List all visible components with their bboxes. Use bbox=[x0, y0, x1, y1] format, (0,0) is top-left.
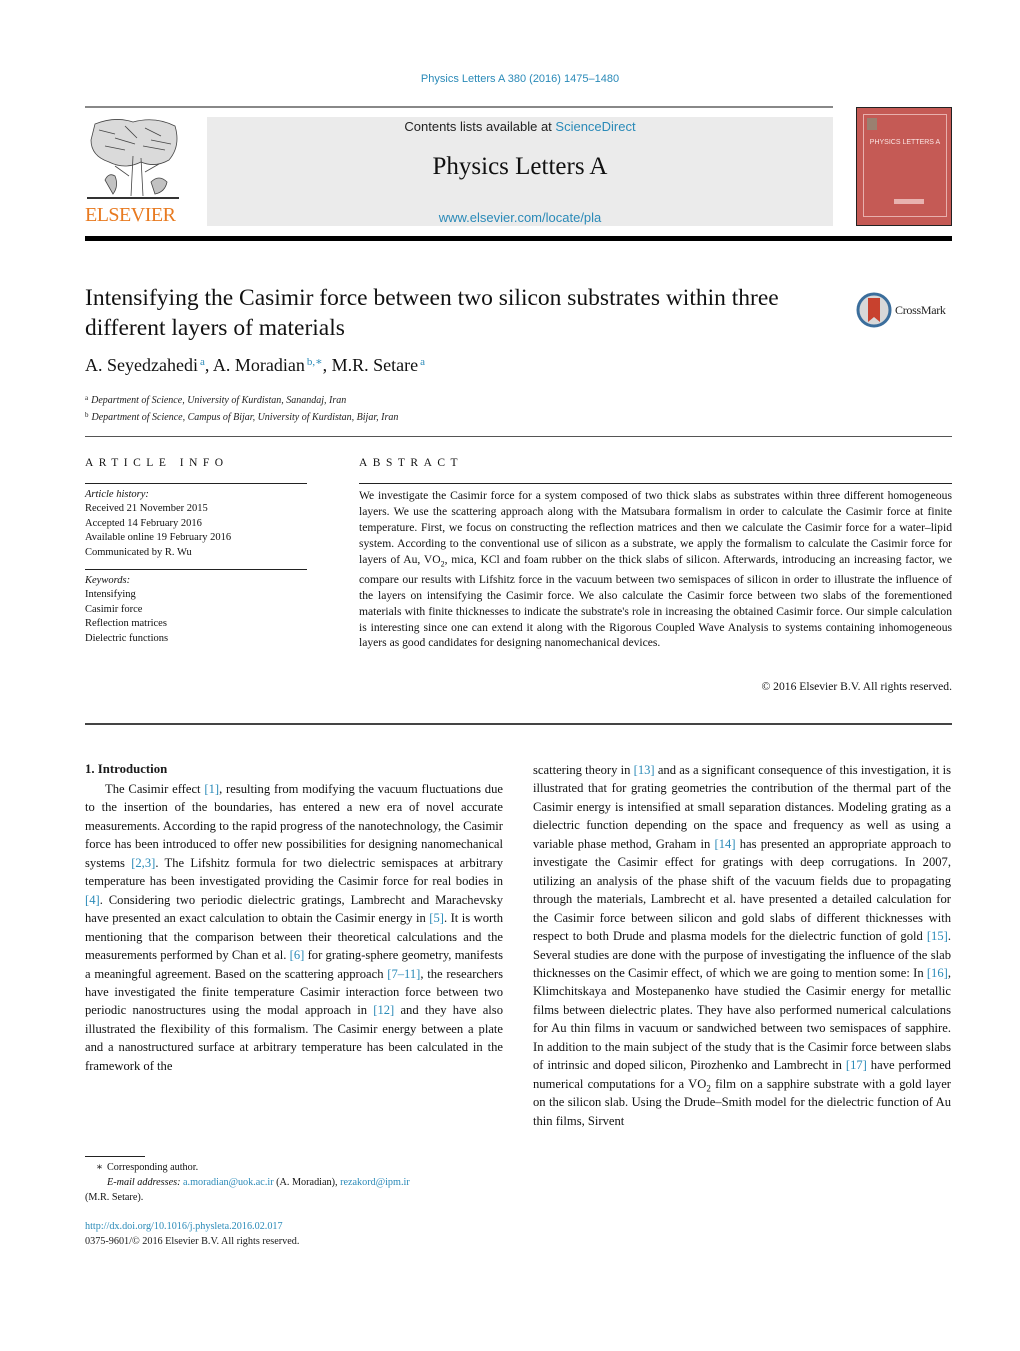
citation-link[interactable]: [6] bbox=[290, 948, 305, 962]
journal-cover[interactable]: PHYSICS LETTERS A bbox=[856, 107, 952, 226]
body-column-left: The Casimir effect [1], resulting from m… bbox=[85, 780, 503, 1075]
keywords: Keywords: Intensifying Casimir force Ref… bbox=[85, 570, 307, 646]
cover-frame: PHYSICS LETTERS A bbox=[863, 114, 947, 217]
abstract-text: We investigate the Casimir force for a s… bbox=[359, 488, 952, 651]
author-name: A. Seyedzahedi bbox=[85, 355, 198, 375]
history-item: Available online 19 February 2016 bbox=[85, 532, 232, 544]
title-divider bbox=[85, 436, 952, 437]
keyword-item: Reflection matrices bbox=[85, 618, 167, 630]
affiliation-mark: b bbox=[85, 411, 89, 419]
corresponding-label: Corresponding author. bbox=[107, 1162, 199, 1173]
journal-reference[interactable]: Physics Letters A 380 (2016) 1475–1480 bbox=[0, 73, 1020, 85]
footnote-star: ∗ bbox=[96, 1162, 103, 1173]
contents-line: Contents lists available at ScienceDirec… bbox=[207, 119, 833, 134]
keyword-item: Casimir force bbox=[85, 603, 143, 615]
journal-name: Physics Letters A bbox=[432, 153, 608, 180]
author-name: M.R. Setare bbox=[331, 355, 419, 375]
email-link[interactable]: rezakord@ipm.ir bbox=[340, 1177, 410, 1188]
citation-link[interactable]: [1] bbox=[204, 782, 219, 796]
elsevier-wordmark: ELSEVIER bbox=[85, 204, 176, 226]
citation-link[interactable]: [5] bbox=[429, 911, 444, 925]
email-owner: (M.R. Setare). bbox=[85, 1192, 144, 1203]
affiliation-item: a Department of Science, University of Ku… bbox=[85, 391, 398, 408]
abstract-text-part: , mica, KCl and foam rubber on the thick… bbox=[359, 552, 953, 650]
crossmark-button[interactable]: CrossMark bbox=[856, 292, 946, 328]
citation-link[interactable]: [2,3] bbox=[131, 856, 155, 870]
crossmark-label: CrossMark bbox=[895, 302, 946, 317]
sciencedirect-link[interactable]: ScienceDirect bbox=[555, 119, 635, 134]
article-title: Intensifying the Casimir force between t… bbox=[85, 285, 779, 341]
citation-link[interactable]: [7–11] bbox=[387, 967, 420, 981]
citation-link[interactable]: [17] bbox=[846, 1058, 867, 1072]
history-item: Received 21 November 2015 bbox=[85, 503, 208, 515]
citation-link[interactable]: [4] bbox=[85, 893, 100, 907]
abstract-heading: ABSTRACT bbox=[359, 457, 464, 469]
crossmark-icon bbox=[856, 292, 892, 328]
affiliation-mark: a bbox=[85, 394, 89, 402]
footnote-divider bbox=[85, 1156, 145, 1157]
history-item: Accepted 14 February 2016 bbox=[85, 517, 202, 529]
article-info-heading: ARTICLE INFO bbox=[85, 457, 229, 469]
body-paragraph: scattering theory in [13] and as a signi… bbox=[533, 761, 951, 1130]
affiliation-item: b Department of Science, Campus of Bijar,… bbox=[85, 408, 398, 425]
article-info: Article history: Received 21 November 20… bbox=[85, 483, 307, 646]
body-paragraph: The Casimir effect [1], resulting from m… bbox=[85, 780, 503, 1075]
keywords-label: Keywords: bbox=[85, 575, 131, 587]
body-text: scattering theory in bbox=[533, 763, 634, 777]
journal-url-link[interactable]: www.elsevier.com/locate/pla bbox=[207, 210, 833, 225]
keyword-item: Dielectric functions bbox=[85, 632, 169, 644]
author-affiliation-mark[interactable]: a bbox=[200, 356, 205, 368]
abstract-copyright: © 2016 Elsevier B.V. All rights reserved… bbox=[761, 680, 952, 693]
citation-link[interactable]: [13] bbox=[634, 763, 655, 777]
email-link[interactable]: a.moradian@uok.ac.ir bbox=[183, 1177, 274, 1188]
author-affiliation-mark[interactable]: b,∗ bbox=[307, 356, 323, 368]
doi-block: http://dx.doi.org/10.1016/j.physleta.201… bbox=[85, 1219, 299, 1249]
body-text: has presented an appropriate approach to… bbox=[533, 836, 951, 944]
email-line: E-mail addresses: a.moradian@uok.ac.ir (… bbox=[85, 1175, 505, 1190]
abstract-bottom-divider bbox=[85, 723, 952, 725]
email-owner: (A. Moradian), bbox=[273, 1177, 341, 1188]
affiliations: a Department of Science, University of Ku… bbox=[85, 391, 398, 425]
cover-title: PHYSICS LETTERS A bbox=[869, 139, 941, 146]
cover-badge-icon bbox=[867, 118, 877, 130]
body-text: , Klimchitskaya and Mostepanenko have st… bbox=[533, 965, 951, 1073]
affiliation-text: Department of Science, Campus of Bijar, … bbox=[91, 412, 399, 423]
contents-prefix: Contents lists available at bbox=[404, 119, 556, 134]
header-divider bbox=[85, 106, 833, 108]
email-label: E-mail addresses: bbox=[107, 1177, 181, 1188]
author-name: A. Moradian bbox=[212, 355, 305, 375]
citation-link[interactable]: [12] bbox=[373, 1003, 394, 1017]
article-history: Article history: Received 21 November 20… bbox=[85, 484, 307, 560]
corresponding-author-note: ∗ Corresponding author. bbox=[85, 1160, 505, 1175]
footnotes: ∗ Corresponding author. E-mail addresses:… bbox=[85, 1160, 505, 1205]
history-label: Article history: bbox=[85, 489, 149, 500]
section-heading: 1. Introduction bbox=[85, 762, 168, 776]
keyword-item: Intensifying bbox=[85, 589, 136, 601]
author-affiliation-mark[interactable]: a bbox=[420, 356, 425, 368]
journal-masthead: Contents lists available at ScienceDirec… bbox=[207, 117, 833, 226]
issn-line: 0375-9601/© 2016 Elsevier B.V. All right… bbox=[85, 1236, 300, 1247]
header-thick-divider bbox=[85, 236, 952, 241]
body-text: The Casimir effect bbox=[105, 782, 205, 796]
citation-link[interactable]: [16] bbox=[927, 966, 948, 980]
elsevier-tree-icon bbox=[87, 119, 179, 199]
doi-link[interactable]: http://dx.doi.org/10.1016/j.physleta.201… bbox=[85, 1221, 283, 1232]
cover-footer-mark bbox=[894, 199, 924, 204]
author-list: A. Seyedzahedi a, A. Moradian b,∗, M.R. Se… bbox=[85, 355, 425, 375]
affiliation-text: Department of Science, University of Kur… bbox=[91, 395, 347, 406]
citation-link[interactable]: [14] bbox=[715, 837, 736, 851]
history-item: Communicated by R. Wu bbox=[85, 546, 192, 558]
body-column-right: scattering theory in [13] and as a signi… bbox=[533, 761, 951, 1130]
elsevier-logo[interactable]: ELSEVIER bbox=[85, 116, 183, 228]
citation-link[interactable]: [15] bbox=[927, 929, 948, 943]
abstract-divider bbox=[359, 483, 952, 484]
